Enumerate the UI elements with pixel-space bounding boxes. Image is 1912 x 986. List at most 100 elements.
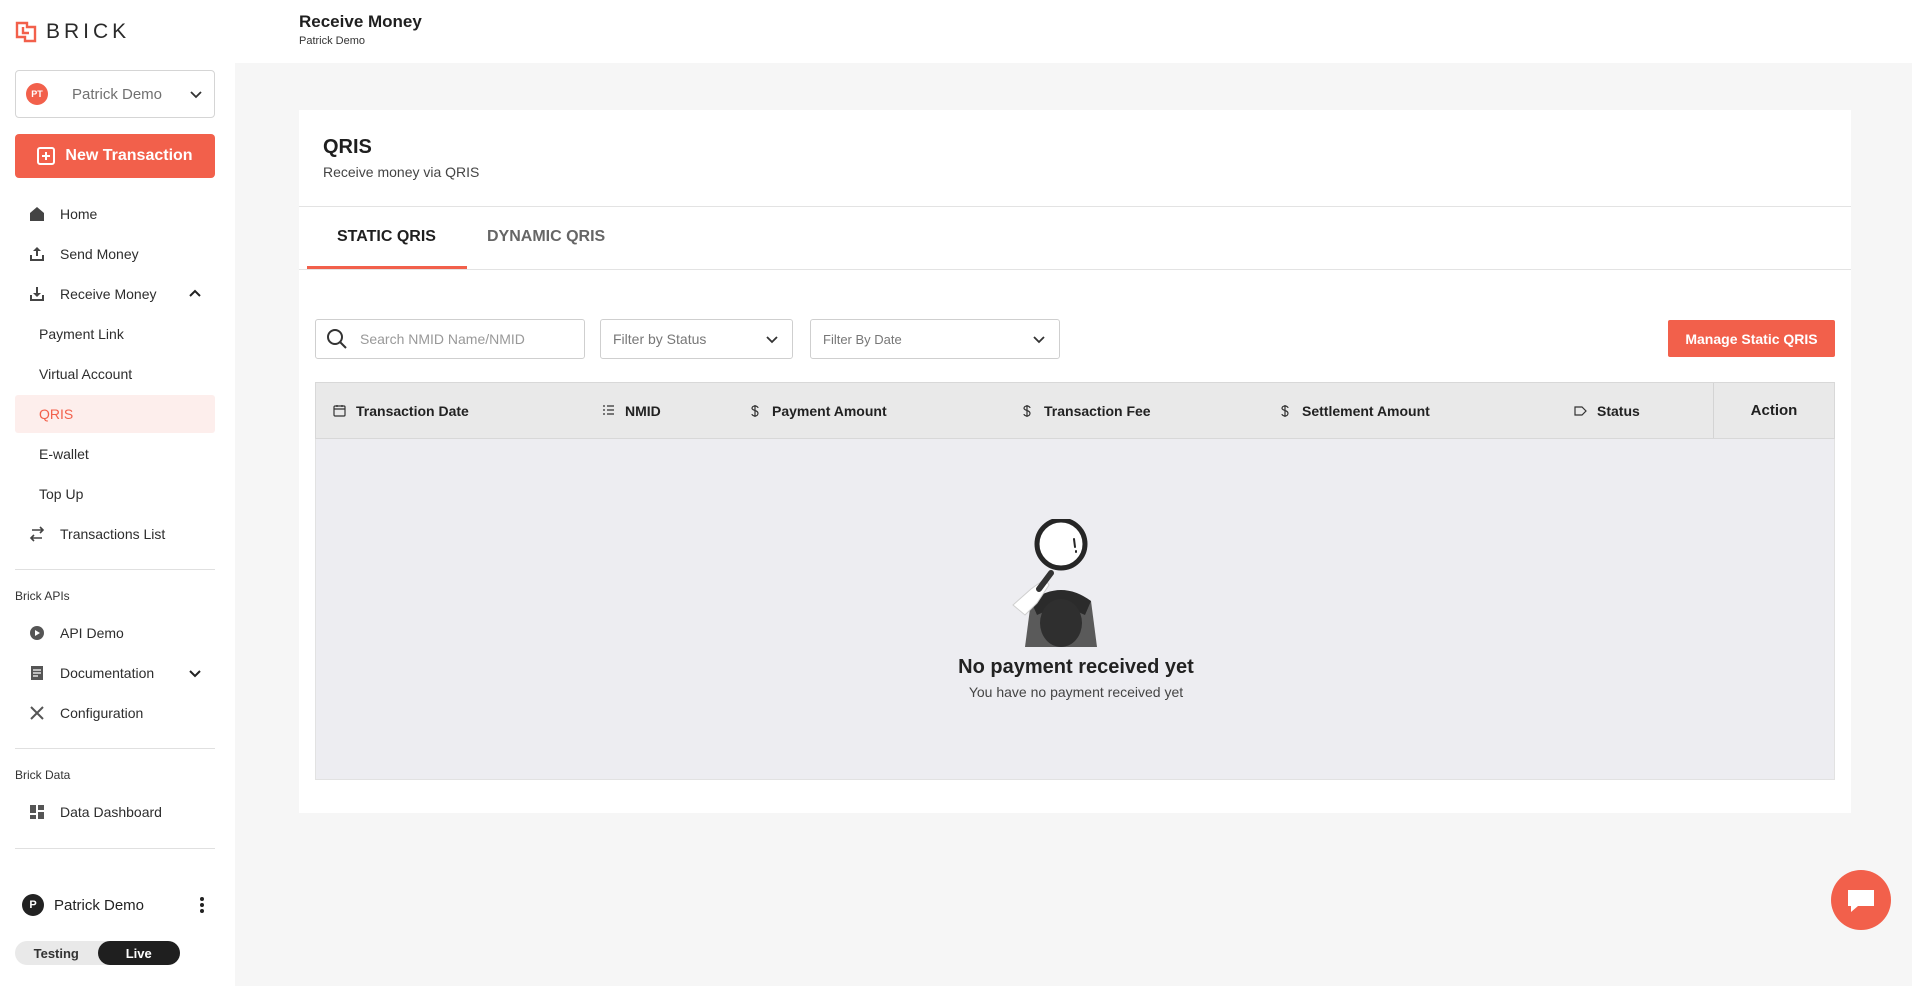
chevron-down-icon (189, 670, 201, 678)
dashboard-icon (28, 803, 46, 821)
tabs-divider (299, 269, 1851, 270)
column-label: NMID (625, 402, 661, 419)
page-title: Receive Money (299, 12, 422, 31)
brand-name: BRICK (46, 20, 131, 43)
status-filter-select[interactable]: Filter by Status (600, 319, 793, 359)
card-title: QRIS (323, 136, 372, 158)
sidebar-item-label: Payment Link (39, 326, 124, 342)
card-divider (299, 206, 1851, 207)
sidebar: BRICK PT Patrick Demo New Transaction Ho… (0, 0, 235, 986)
download-icon (28, 285, 46, 303)
date-filter-select[interactable]: Filter By Date (810, 319, 1060, 359)
sidebar-item-configuration[interactable]: Configuration (15, 694, 215, 732)
sidebar-item-label: Documentation (60, 665, 155, 681)
sidebar-item-label: Transactions List (60, 526, 166, 542)
account-name: Patrick Demo (72, 85, 163, 103)
column-header-action: Action (1713, 383, 1834, 438)
chat-bubble-icon (1848, 890, 1874, 912)
dollar-icon (748, 404, 762, 418)
environment-toggle[interactable]: Testing Live (15, 941, 180, 965)
env-live-option[interactable]: Live (97, 941, 180, 965)
env-testing-option[interactable]: Testing (15, 941, 98, 965)
avatar: P (22, 894, 44, 916)
sidebar-item-payment-link[interactable]: Payment Link (15, 315, 215, 353)
column-header-transaction-date[interactable]: Transaction Date (332, 383, 469, 438)
sidebar-item-label: Configuration (60, 705, 144, 721)
top-header: Receive Money Patrick Demo (235, 0, 1912, 63)
calendar-icon (332, 404, 346, 418)
account-selector[interactable]: PT Patrick Demo (15, 70, 215, 118)
card-subtitle: Receive money via QRIS (323, 164, 480, 180)
column-header-status[interactable]: Status (1573, 383, 1640, 438)
account-avatar: PT (26, 83, 48, 105)
empty-state-title: No payment received yet (958, 656, 1194, 678)
sidebar-divider (15, 848, 215, 849)
page-subtitle: Patrick Demo (299, 35, 366, 47)
sidebar-item-qris[interactable]: QRIS (15, 395, 215, 433)
sidebar-item-virtual-account[interactable]: Virtual Account (15, 355, 215, 393)
search-field[interactable] (315, 319, 585, 359)
play-icon (28, 624, 46, 642)
sidebar-item-label: Send Money (60, 246, 139, 262)
sidebar-item-label: Virtual Account (39, 366, 133, 382)
manage-static-qris-button[interactable]: Manage Static QRIS (1668, 320, 1835, 357)
column-header-nmid[interactable]: NMID (601, 383, 661, 438)
document-icon (28, 664, 46, 682)
home-icon (28, 205, 46, 223)
sidebar-item-receive-money[interactable]: Receive Money (15, 275, 215, 313)
sidebar-item-label: API Demo (60, 625, 124, 641)
list-icon (601, 404, 615, 418)
tab-dynamic-qris[interactable]: DYNAMIC QRIS (487, 228, 605, 246)
sidebar-item-top-up[interactable]: Top Up (15, 475, 215, 513)
sidebar-item-label: Receive Money (60, 286, 157, 302)
sidebar-item-api-demo[interactable]: API Demo (15, 614, 215, 652)
sidebar-item-transactions-list[interactable]: Transactions List (15, 515, 215, 553)
chevron-down-icon (1033, 336, 1045, 344)
new-transaction-label: New Transaction (65, 147, 193, 164)
empty-state-subtitle: You have no payment received yet (968, 684, 1184, 700)
brand-logo[interactable]: BRICK (14, 20, 130, 44)
brick-logo-icon (15, 21, 37, 43)
sidebar-item-label: E-wallet (39, 446, 89, 462)
column-label: Transaction Date (356, 402, 469, 419)
search-icon (327, 329, 347, 349)
status-filter-label: Filter by Status (613, 331, 707, 347)
column-label: Transaction Fee (1044, 402, 1151, 419)
dollar-icon (1278, 404, 1292, 418)
qris-card: QRIS Receive money via QRIS STATIC QRIS … (299, 110, 1851, 813)
section-title-brick-apis: Brick APIs (15, 589, 70, 603)
table-header: Transaction Date NMID Payment Amount Tra… (315, 382, 1835, 439)
column-label: Payment Amount (772, 402, 887, 419)
section-title-brick-data: Brick Data (15, 768, 71, 782)
tab-static-qris[interactable]: STATIC QRIS (337, 228, 436, 246)
user-name: Patrick Demo (54, 896, 145, 914)
transfer-arrows-icon (28, 525, 46, 543)
upload-icon (28, 245, 46, 263)
table-empty-state: No payment received yet You have no paym… (315, 439, 1835, 780)
sidebar-item-label: Data Dashboard (60, 804, 162, 820)
sidebar-item-data-dashboard[interactable]: Data Dashboard (15, 793, 215, 831)
more-vertical-icon[interactable] (192, 895, 212, 915)
sidebar-item-send-money[interactable]: Send Money (15, 235, 215, 273)
new-transaction-button[interactable]: New Transaction (15, 134, 215, 178)
column-header-transaction-fee[interactable]: Transaction Fee (1020, 383, 1151, 438)
chevron-up-icon (189, 289, 201, 297)
empty-search-illustration (1012, 519, 1097, 647)
sidebar-divider (15, 748, 215, 749)
chevron-down-icon (766, 336, 778, 344)
sidebar-item-e-wallet[interactable]: E-wallet (15, 435, 215, 473)
date-filter-label: Filter By Date (823, 331, 902, 347)
search-input[interactable] (360, 331, 570, 347)
sidebar-item-documentation[interactable]: Documentation (15, 654, 215, 692)
column-header-settlement-amount[interactable]: Settlement Amount (1278, 383, 1430, 438)
dollar-icon (1020, 404, 1034, 418)
sidebar-item-label: QRIS (39, 406, 74, 422)
tools-icon (28, 704, 46, 722)
sidebar-item-home[interactable]: Home (15, 195, 215, 233)
sidebar-item-label: Top Up (39, 486, 84, 502)
column-header-payment-amount[interactable]: Payment Amount (748, 383, 887, 438)
user-profile[interactable]: P Patrick Demo (22, 893, 212, 917)
chat-button[interactable] (1831, 870, 1891, 930)
column-label: Status (1597, 402, 1640, 419)
plus-square-icon (37, 147, 56, 165)
